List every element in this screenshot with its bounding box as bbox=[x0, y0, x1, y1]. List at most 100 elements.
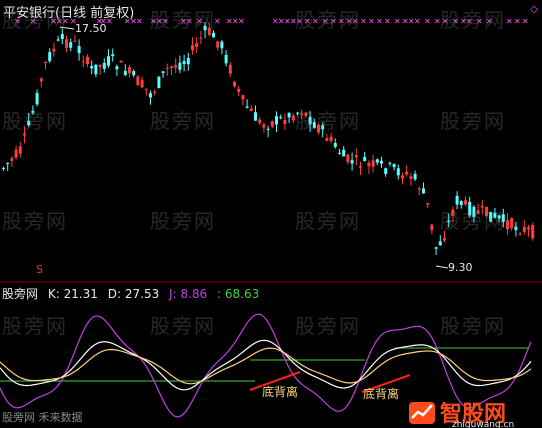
marker-x-icon: ✕ bbox=[434, 17, 441, 26]
candle-body bbox=[10, 158, 14, 161]
candle-body bbox=[153, 91, 157, 93]
candle-body bbox=[262, 124, 266, 128]
marker-x-icon: ✕ bbox=[414, 17, 421, 26]
candle-body bbox=[510, 218, 514, 228]
marker-x-icon: ✕ bbox=[214, 17, 221, 26]
candle-body bbox=[157, 76, 161, 89]
candle-body bbox=[216, 41, 220, 48]
candle-body bbox=[2, 167, 5, 169]
candle-body bbox=[304, 112, 308, 116]
candle-body bbox=[308, 116, 312, 125]
marker-x-icon: ✕ bbox=[368, 17, 375, 26]
candle-body bbox=[249, 108, 253, 111]
candle-body bbox=[199, 37, 203, 39]
candle-body bbox=[178, 62, 182, 70]
candle-body bbox=[392, 164, 396, 168]
candle-body bbox=[405, 171, 409, 175]
divergence-label-1: 底背离 bbox=[262, 385, 299, 399]
candle-body bbox=[321, 125, 325, 130]
logo-url: zhiguwang.cn bbox=[452, 420, 515, 428]
candle-body bbox=[443, 238, 446, 241]
candle-body bbox=[480, 205, 484, 208]
marker-x-icon: ✕ bbox=[506, 17, 513, 26]
candle-body bbox=[161, 71, 165, 73]
candle-body bbox=[434, 247, 438, 249]
marker-x-icon: ✕ bbox=[330, 17, 337, 26]
candle-body bbox=[212, 32, 215, 38]
candle-body bbox=[224, 54, 228, 64]
marker-x-icon: ✕ bbox=[238, 17, 245, 26]
candle-body bbox=[350, 160, 354, 164]
candle-body bbox=[128, 67, 131, 74]
marker-x-icon: ✕ bbox=[394, 17, 401, 26]
chart-window: ✕ ✕ ✕ ✕ ✕ ✕ ✕ ✕ ✕ ✕ ✕ ✕ ✕ ✕ ✕ ✕ ✕ ✕ ✕ ✕ ✕ ✕ ✕ ✕ ✕ ✕ ✕ ✕ ✕ ✕ ✕ ✕ ✕ ✕ ✕ ✕ ✕ ✕ ✕ ✕… bbox=[0, 0, 542, 428]
stock-chart-canvas[interactable]: ✕ ✕ ✕ ✕ ✕ ✕ ✕✕ ✕ ✕ ✕ ✕ ✕ ✕ ✕ ✕ ✕ ✕ ✕ ✕ ✕ ✕ ✕ ✕ ✕ ✕ ✕ ✕ ✕ ✕ ✕ ✕ ✕ ✕ ✕ ✕ ✕ ✕ ✕ ✕… bbox=[0, 0, 542, 428]
candle-body bbox=[86, 56, 89, 65]
candle-body bbox=[485, 206, 488, 216]
candle-body bbox=[283, 119, 287, 125]
candle-body bbox=[380, 160, 383, 164]
candle-body bbox=[165, 67, 169, 69]
candle-body bbox=[35, 92, 39, 105]
candle-body bbox=[69, 42, 73, 48]
candle-body bbox=[275, 116, 278, 125]
candle-body bbox=[401, 175, 404, 179]
candle-body bbox=[14, 149, 18, 158]
marker-x-icon: ✕ bbox=[186, 17, 193, 26]
candle-body bbox=[107, 56, 110, 66]
candle-body bbox=[191, 45, 194, 51]
candle-body bbox=[81, 61, 85, 63]
low-price-pointer bbox=[435, 265, 449, 269]
candle-body bbox=[73, 40, 77, 42]
candle-body bbox=[476, 210, 480, 214]
candle-body bbox=[312, 122, 316, 128]
candle-body bbox=[300, 113, 304, 115]
candle-body bbox=[140, 79, 144, 88]
marker-x-icon: ✕ bbox=[322, 17, 329, 26]
candle-body bbox=[438, 241, 442, 246]
candle-body bbox=[367, 162, 371, 167]
marker-x-icon: ✕ bbox=[424, 17, 431, 26]
candle-body bbox=[317, 124, 320, 133]
marker-x-icon: ✕ bbox=[304, 17, 311, 26]
candle-body bbox=[325, 138, 329, 141]
high-price-label: 17.50 bbox=[75, 22, 107, 35]
marker-x-icon: ✕ bbox=[476, 17, 483, 26]
candle-body bbox=[291, 115, 295, 121]
marker-x-icon: ✕ bbox=[514, 17, 521, 26]
candle-body bbox=[459, 201, 463, 206]
site-logo[interactable]: 智股网 zhiguwang.cn bbox=[406, 396, 536, 428]
indicator-legend: 股旁网 K: 21.31 D: 27.53 J: 8.86 : 68.63 bbox=[2, 285, 265, 302]
candle-body bbox=[371, 160, 375, 167]
candle-body bbox=[527, 227, 530, 230]
logo-chart-icon bbox=[409, 402, 435, 424]
k-value: K: 21.31 bbox=[47, 287, 98, 301]
candle-body bbox=[119, 60, 123, 63]
candle-body bbox=[174, 65, 178, 68]
footer-label: 股旁网 禾来数据 bbox=[2, 411, 83, 424]
candle-body bbox=[514, 226, 518, 231]
candle-body bbox=[60, 33, 64, 40]
candle-body bbox=[94, 64, 98, 75]
j-value: J: 8.86 bbox=[169, 287, 208, 301]
marker-x-icon: ✕ bbox=[522, 17, 529, 26]
diamond-marker-icon: ◇ bbox=[530, 4, 538, 15]
candle-body bbox=[31, 110, 35, 113]
candle-body bbox=[447, 220, 451, 222]
low-price-label: 9.30 bbox=[448, 261, 473, 274]
d-value: D: 27.53 bbox=[107, 287, 160, 301]
chart-title: 平安银行(日线 前复权) bbox=[3, 6, 135, 21]
marker-x-icon: ✕ bbox=[452, 17, 459, 26]
candle-body bbox=[493, 212, 497, 218]
candle-body bbox=[18, 146, 22, 154]
candle-body bbox=[56, 39, 60, 41]
candle-body bbox=[195, 43, 199, 47]
candle-body bbox=[359, 166, 362, 168]
candle-body bbox=[413, 173, 417, 180]
candle-body bbox=[52, 48, 56, 52]
candle-body bbox=[388, 162, 392, 164]
candle-body bbox=[144, 88, 148, 90]
candle-body bbox=[384, 168, 388, 175]
candle-body bbox=[220, 41, 224, 49]
candle-body bbox=[270, 121, 274, 127]
